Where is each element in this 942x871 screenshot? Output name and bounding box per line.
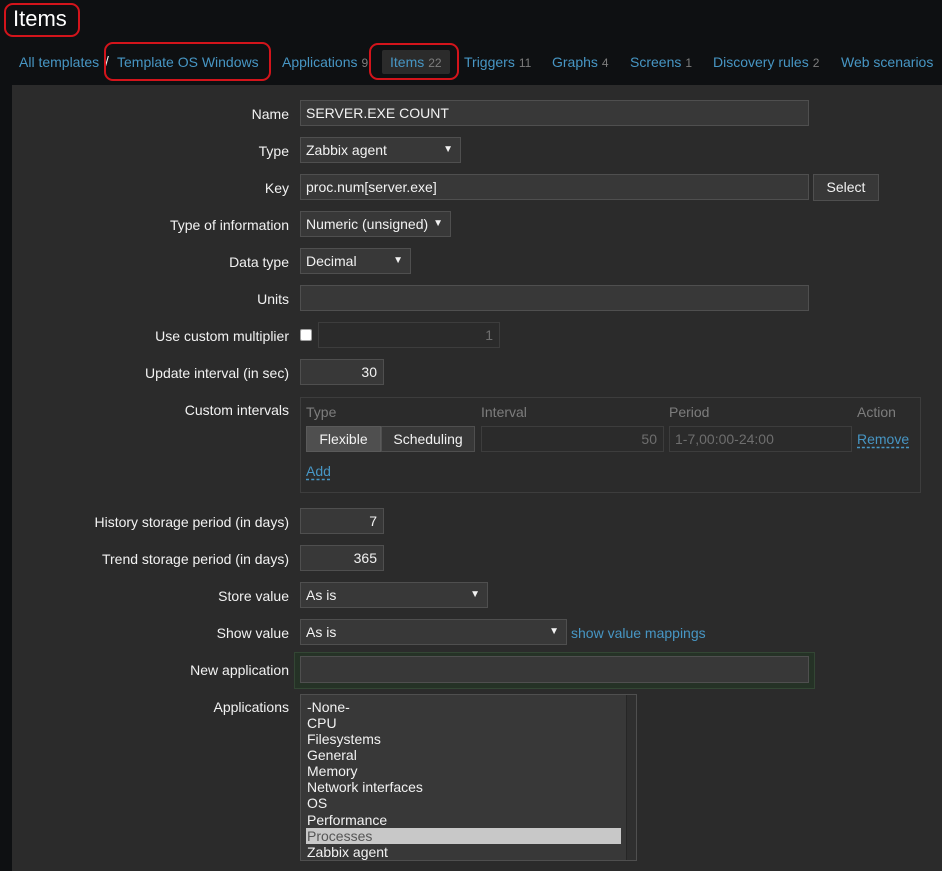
type-of-information-label: Type of information	[169, 217, 289, 233]
new-application-label: New application	[190, 662, 289, 678]
history-input[interactable]: 7	[300, 508, 384, 534]
tab-label: Discovery rules	[713, 54, 809, 70]
trends-input[interactable]: 365	[300, 545, 384, 571]
application-option-performance[interactable]: Performance	[306, 812, 621, 828]
name-label: Name	[251, 106, 289, 122]
name-input[interactable]: SERVER.EXE COUNT	[300, 100, 809, 126]
chevron-down-icon: ▼	[393, 255, 403, 266]
type-select-value: Zabbix agent	[306, 142, 387, 158]
interval-type-flexible[interactable]: Flexible	[306, 426, 381, 452]
application-option-network-interfaces[interactable]: Network interfaces	[306, 779, 621, 795]
new-application-input[interactable]	[300, 656, 809, 683]
tab-discovery-rules[interactable]: Discovery rules 2	[713, 53, 819, 72]
type-select[interactable]: Zabbix agent ▼	[300, 137, 461, 163]
custom-intervals-label: Custom intervals	[184, 402, 289, 418]
tab-items[interactable]: Items 22	[390, 53, 442, 72]
applications-label: Applications	[213, 699, 290, 715]
application-option-cpu[interactable]: CPU	[306, 715, 621, 731]
tab-web-scenarios[interactable]: Web scenarios	[841, 53, 933, 71]
data-type-select[interactable]: Decimal ▼	[300, 248, 411, 274]
column-header-period: Period	[669, 404, 710, 420]
applications-scrollbar[interactable]	[626, 695, 636, 860]
tab-label: Graphs	[552, 54, 598, 70]
tab-graphs[interactable]: Graphs 4	[552, 53, 609, 72]
chevron-down-icon: ▼	[470, 589, 480, 600]
show-value-label: Show value	[216, 625, 289, 641]
column-header-interval: Interval	[481, 404, 527, 420]
history-label: History storage period (in days)	[94, 514, 289, 530]
chevron-down-icon: ▼	[433, 218, 443, 229]
application-option-memory[interactable]: Memory	[306, 763, 621, 779]
breadcrumb-separator: /	[105, 53, 109, 69]
tab-label: Web scenarios	[841, 54, 934, 70]
tab-count: 22	[428, 56, 442, 70]
application-option-none[interactable]: -None-	[306, 699, 621, 715]
tab-triggers[interactable]: Triggers 11	[464, 53, 531, 72]
tab-label: Screens	[630, 54, 682, 70]
column-header-type: Type	[306, 404, 337, 420]
update-interval-input[interactable]: 30	[300, 359, 384, 385]
tab-label: Applications	[282, 54, 358, 70]
tab-count: 9	[361, 56, 369, 70]
application-option-general[interactable]: General	[306, 747, 621, 763]
type-label: Type	[258, 143, 289, 159]
key-label: Key	[264, 180, 289, 196]
units-label: Units	[257, 291, 289, 307]
key-input[interactable]: proc.num[server.exe]	[300, 174, 809, 200]
application-option-filesystems[interactable]: Filesystems	[306, 731, 621, 747]
custom-multiplier-label: Use custom multiplier	[155, 328, 289, 344]
select-key-button[interactable]: Select	[813, 174, 879, 201]
type-of-information-value: Numeric (unsigned)	[306, 216, 429, 232]
store-value-label: Store value	[218, 588, 289, 604]
units-input[interactable]	[300, 285, 809, 311]
tab-label: Triggers	[464, 54, 515, 70]
applications-listbox[interactable]: -None- CPU Filesystems General Memory Ne…	[300, 694, 637, 861]
data-type-value: Decimal	[306, 253, 357, 269]
application-option-zabbix-agent[interactable]: Zabbix agent	[306, 844, 621, 860]
tab-count: 4	[601, 56, 609, 70]
tab-label: Items	[390, 54, 425, 70]
remove-interval-link[interactable]: Remove	[857, 431, 909, 447]
tab-screens[interactable]: Screens 1	[630, 53, 692, 72]
tab-count: 1	[685, 56, 693, 70]
data-type-label: Data type	[229, 254, 289, 270]
show-value-value: As is	[306, 624, 337, 640]
breadcrumb-all-templates[interactable]: All templates	[19, 53, 99, 71]
period-input[interactable]: 1-7,00:00-24:00	[669, 426, 852, 452]
application-option-os[interactable]: OS	[306, 795, 621, 811]
tab-count: 11	[518, 56, 532, 70]
column-header-action: Action	[857, 404, 896, 420]
show-value-mappings-link[interactable]: show value mappings	[571, 625, 706, 641]
store-value-value: As is	[306, 587, 337, 603]
type-of-information-select[interactable]: Numeric (unsigned) ▼	[300, 211, 451, 237]
show-value-select[interactable]: As is ▼	[300, 619, 567, 645]
application-option-processes[interactable]: Processes	[306, 828, 621, 844]
chevron-down-icon: ▼	[549, 626, 559, 637]
tab-count: 2	[812, 56, 820, 70]
custom-multiplier-input: 1	[318, 322, 500, 348]
interval-type-scheduling[interactable]: Scheduling	[381, 426, 475, 452]
update-interval-label: Update interval (in sec)	[145, 365, 289, 381]
chevron-down-icon: ▼	[443, 144, 453, 155]
custom-multiplier-checkbox[interactable]	[300, 329, 312, 341]
trends-label: Trend storage period (in days)	[101, 551, 289, 567]
tab-applications[interactable]: Applications 9	[282, 53, 368, 72]
page-title: Items	[13, 6, 67, 31]
add-interval-link[interactable]: Add	[306, 463, 331, 479]
interval-input[interactable]: 50	[481, 426, 664, 452]
breadcrumb-template[interactable]: Template OS Windows	[117, 53, 259, 71]
store-value-select[interactable]: As is ▼	[300, 582, 488, 608]
